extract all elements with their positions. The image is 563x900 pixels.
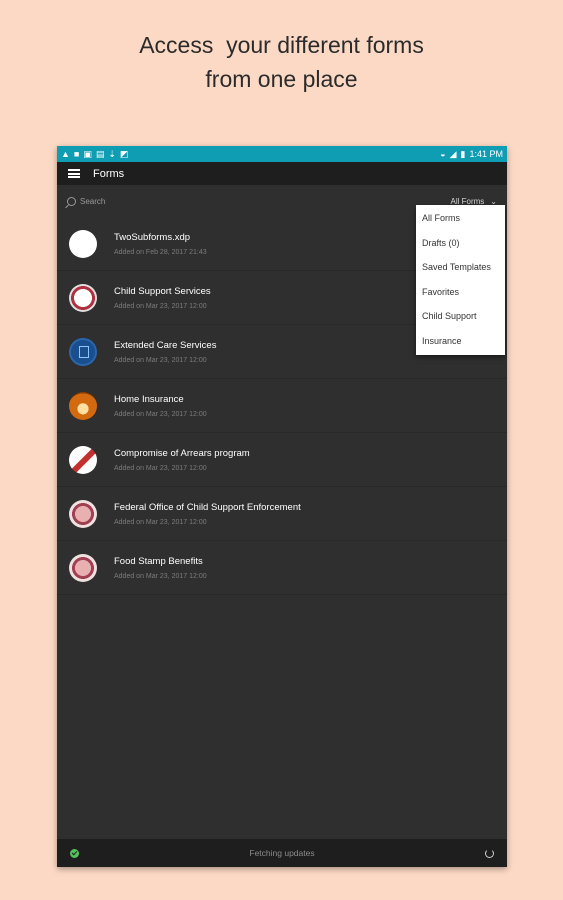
wifi-icon: ◒ xyxy=(440,149,446,159)
status-footer: Fetching updates xyxy=(57,839,507,867)
search-icon xyxy=(67,196,76,206)
seal-icon xyxy=(69,445,97,474)
form-added-date: Added on Mar 23, 2017 12:00 xyxy=(114,464,207,472)
form-title: Food Stamp Benefits xyxy=(114,555,203,567)
list-item[interactable]: Home Insurance Added on Mar 23, 2017 12:0… xyxy=(57,379,507,433)
menu-item-child-support[interactable]: Child Support xyxy=(416,306,505,331)
form-title: Extended Care Services xyxy=(114,339,217,351)
list-item[interactable]: Food Stamp Benefits Added on Mar 23, 2017… xyxy=(57,541,507,595)
form-title: TwoSubforms.xdp xyxy=(114,231,191,243)
seal-icon xyxy=(69,499,97,528)
search-field[interactable]: Search xyxy=(67,196,105,206)
seal-icon xyxy=(69,553,97,582)
status-bar: ▲ ■ ▣ ▤ ⇣ ◩ ◒ ◢ ▮ 1:41 PM xyxy=(57,146,507,162)
warning-icon: ▲ xyxy=(61,149,70,159)
sync-icon: ◩ xyxy=(119,149,129,159)
form-added-date: Added on Mar 23, 2017 12:00 xyxy=(114,410,207,418)
form-title: Child Support Services xyxy=(114,285,211,297)
status-time: 1:41 PM xyxy=(469,149,503,159)
headline: Access your different forms from one pla… xyxy=(0,28,563,96)
list-item[interactable]: Federal Office of Child Support Enforcem… xyxy=(57,487,507,541)
app-title: Forms xyxy=(93,167,125,180)
footer-status: Fetching updates xyxy=(249,848,315,858)
blank-circle-icon xyxy=(69,229,97,258)
menu-item-drafts[interactable]: Drafts (0) xyxy=(416,233,505,258)
device-screen: ▲ ■ ▣ ▤ ⇣ ◩ ◒ ◢ ▮ 1:41 PM Forms Search A… xyxy=(57,146,507,867)
download-icon: ⇣ xyxy=(108,149,116,159)
form-added-date: Added on Mar 23, 2017 12:00 xyxy=(114,518,207,526)
check-icon xyxy=(70,848,79,858)
app-bar: Forms xyxy=(57,162,507,185)
photo-icon: ▤ xyxy=(95,149,105,159)
form-title: Federal Office of Child Support Enforcem… xyxy=(114,501,301,513)
signal-icon: ◢ xyxy=(449,148,457,159)
status-icons-left: ▲ ■ ▣ ▤ ⇣ ◩ xyxy=(61,149,128,159)
seal-icon xyxy=(69,283,97,312)
list-item[interactable]: Compromise of Arrears program Added on Ma… xyxy=(57,433,507,487)
app-icon: ▣ xyxy=(83,149,92,159)
search-input[interactable]: Search xyxy=(80,197,105,206)
menu-item-favorites[interactable]: Favorites xyxy=(416,282,505,307)
headline-line-2: from one place xyxy=(205,66,358,92)
notification-icon: ■ xyxy=(73,149,80,159)
headline-line-1: Access your different forms xyxy=(139,32,424,58)
refresh-icon[interactable] xyxy=(485,848,494,858)
form-added-date: Added on Mar 23, 2017 12:00 xyxy=(114,302,207,310)
menu-item-insurance[interactable]: Insurance xyxy=(416,331,505,356)
form-title: Compromise of Arrears program xyxy=(114,447,250,459)
form-title: Home Insurance xyxy=(114,393,184,405)
menu-item-saved-templates[interactable]: Saved Templates xyxy=(416,257,505,282)
menu-icon[interactable] xyxy=(68,169,80,178)
form-added-date: Added on Mar 23, 2017 12:00 xyxy=(114,356,207,364)
menu-item-all-forms[interactable]: All Forms xyxy=(416,208,505,233)
document-icon xyxy=(69,337,97,366)
house-icon xyxy=(69,391,97,420)
form-added-date: Added on Feb 28, 2017 21:43 xyxy=(114,248,207,256)
filter-menu: All Forms Drafts (0) Saved Templates Fav… xyxy=(416,205,505,355)
form-added-date: Added on Mar 23, 2017 12:00 xyxy=(114,572,207,580)
status-icons-right: ◒ ◢ ▮ 1:41 PM xyxy=(440,149,503,160)
battery-icon: ▮ xyxy=(460,148,466,159)
